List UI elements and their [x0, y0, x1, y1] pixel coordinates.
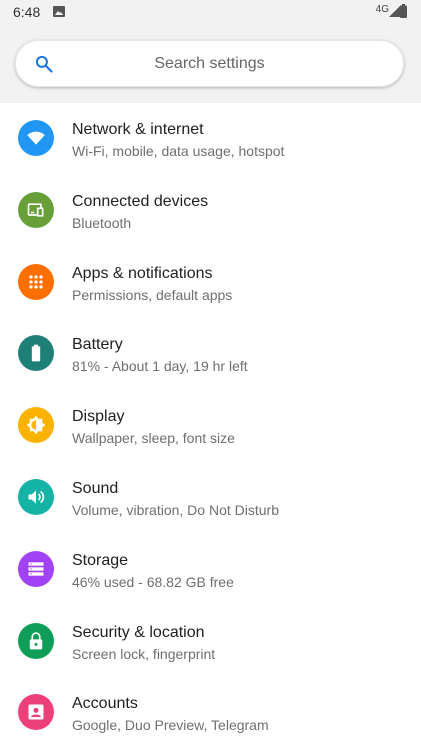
- network-type-label: 4G: [375, 4, 389, 15]
- settings-item-apps[interactable]: Apps & notifications Permissions, defaul…: [0, 247, 421, 319]
- settings-item-network[interactable]: Network & internet Wi-Fi, mobile, data u…: [0, 103, 421, 175]
- item-title: Display: [72, 408, 125, 426]
- lock-icon: [18, 622, 54, 659]
- battery-icon: [18, 335, 54, 372]
- item-title: Network & internet: [72, 121, 204, 138]
- account-icon: [18, 694, 54, 731]
- volume-icon: [18, 478, 54, 515]
- status-bar: 6:48 4G: [0, 0, 421, 24]
- search-bar[interactable]: Search settings: [15, 40, 404, 87]
- settings-item-display[interactable]: Display Wallpaper, sleep, font size: [0, 390, 421, 462]
- search-area: Search settings: [0, 24, 421, 103]
- settings-list: Network & internet Wi-Fi, mobile, data u…: [0, 103, 421, 749]
- item-subtitle: Google, Duo Preview, Telegram: [72, 717, 269, 734]
- devices-icon: [18, 191, 54, 228]
- item-subtitle: Volume, vibration, Do Not Disturb: [72, 501, 279, 518]
- settings-item-battery[interactable]: Battery 81% - About 1 day, 19 hr left: [0, 318, 421, 390]
- item-subtitle: 46% used - 68.82 GB free: [72, 573, 234, 590]
- settings-item-security[interactable]: Security & location Screen lock, fingerp…: [0, 606, 421, 678]
- item-title: Connected devices: [72, 192, 209, 210]
- settings-item-accounts[interactable]: Accounts Google, Duo Preview, Telegram: [0, 677, 421, 749]
- settings-item-connected-devices[interactable]: Connected devices Bluetooth: [0, 175, 421, 247]
- battery-status-icon: [400, 4, 407, 18]
- brightness-icon: [18, 407, 54, 444]
- item-subtitle: Screen lock, fingerprint: [72, 645, 216, 662]
- item-title: Battery: [72, 336, 123, 354]
- item-subtitle: Bluetooth: [72, 214, 132, 231]
- storage-icon: [18, 550, 54, 587]
- settings-item-storage[interactable]: Storage 46% used - 68.82 GB free: [0, 534, 421, 606]
- settings-item-sound[interactable]: Sound Volume, vibration, Do Not Disturb: [0, 462, 421, 534]
- apps-icon: [18, 263, 54, 300]
- image-notification-icon: [53, 6, 65, 17]
- item-title: Sound: [72, 479, 119, 497]
- search-placeholder: Search settings: [154, 55, 265, 72]
- status-time: 6:48: [13, 4, 41, 20]
- wifi-icon: [18, 120, 54, 156]
- item-title: Storage: [72, 551, 129, 569]
- item-subtitle: Wallpaper, sleep, font size: [72, 430, 235, 447]
- item-title: Apps & notifications: [72, 264, 213, 282]
- item-title: Accounts: [72, 695, 138, 713]
- item-title: Security & location: [72, 623, 205, 641]
- item-subtitle: Wi-Fi, mobile, data usage, hotspot: [72, 143, 285, 159]
- item-subtitle: Permissions, default apps: [72, 286, 233, 303]
- item-subtitle: 81% - About 1 day, 19 hr left: [72, 358, 248, 375]
